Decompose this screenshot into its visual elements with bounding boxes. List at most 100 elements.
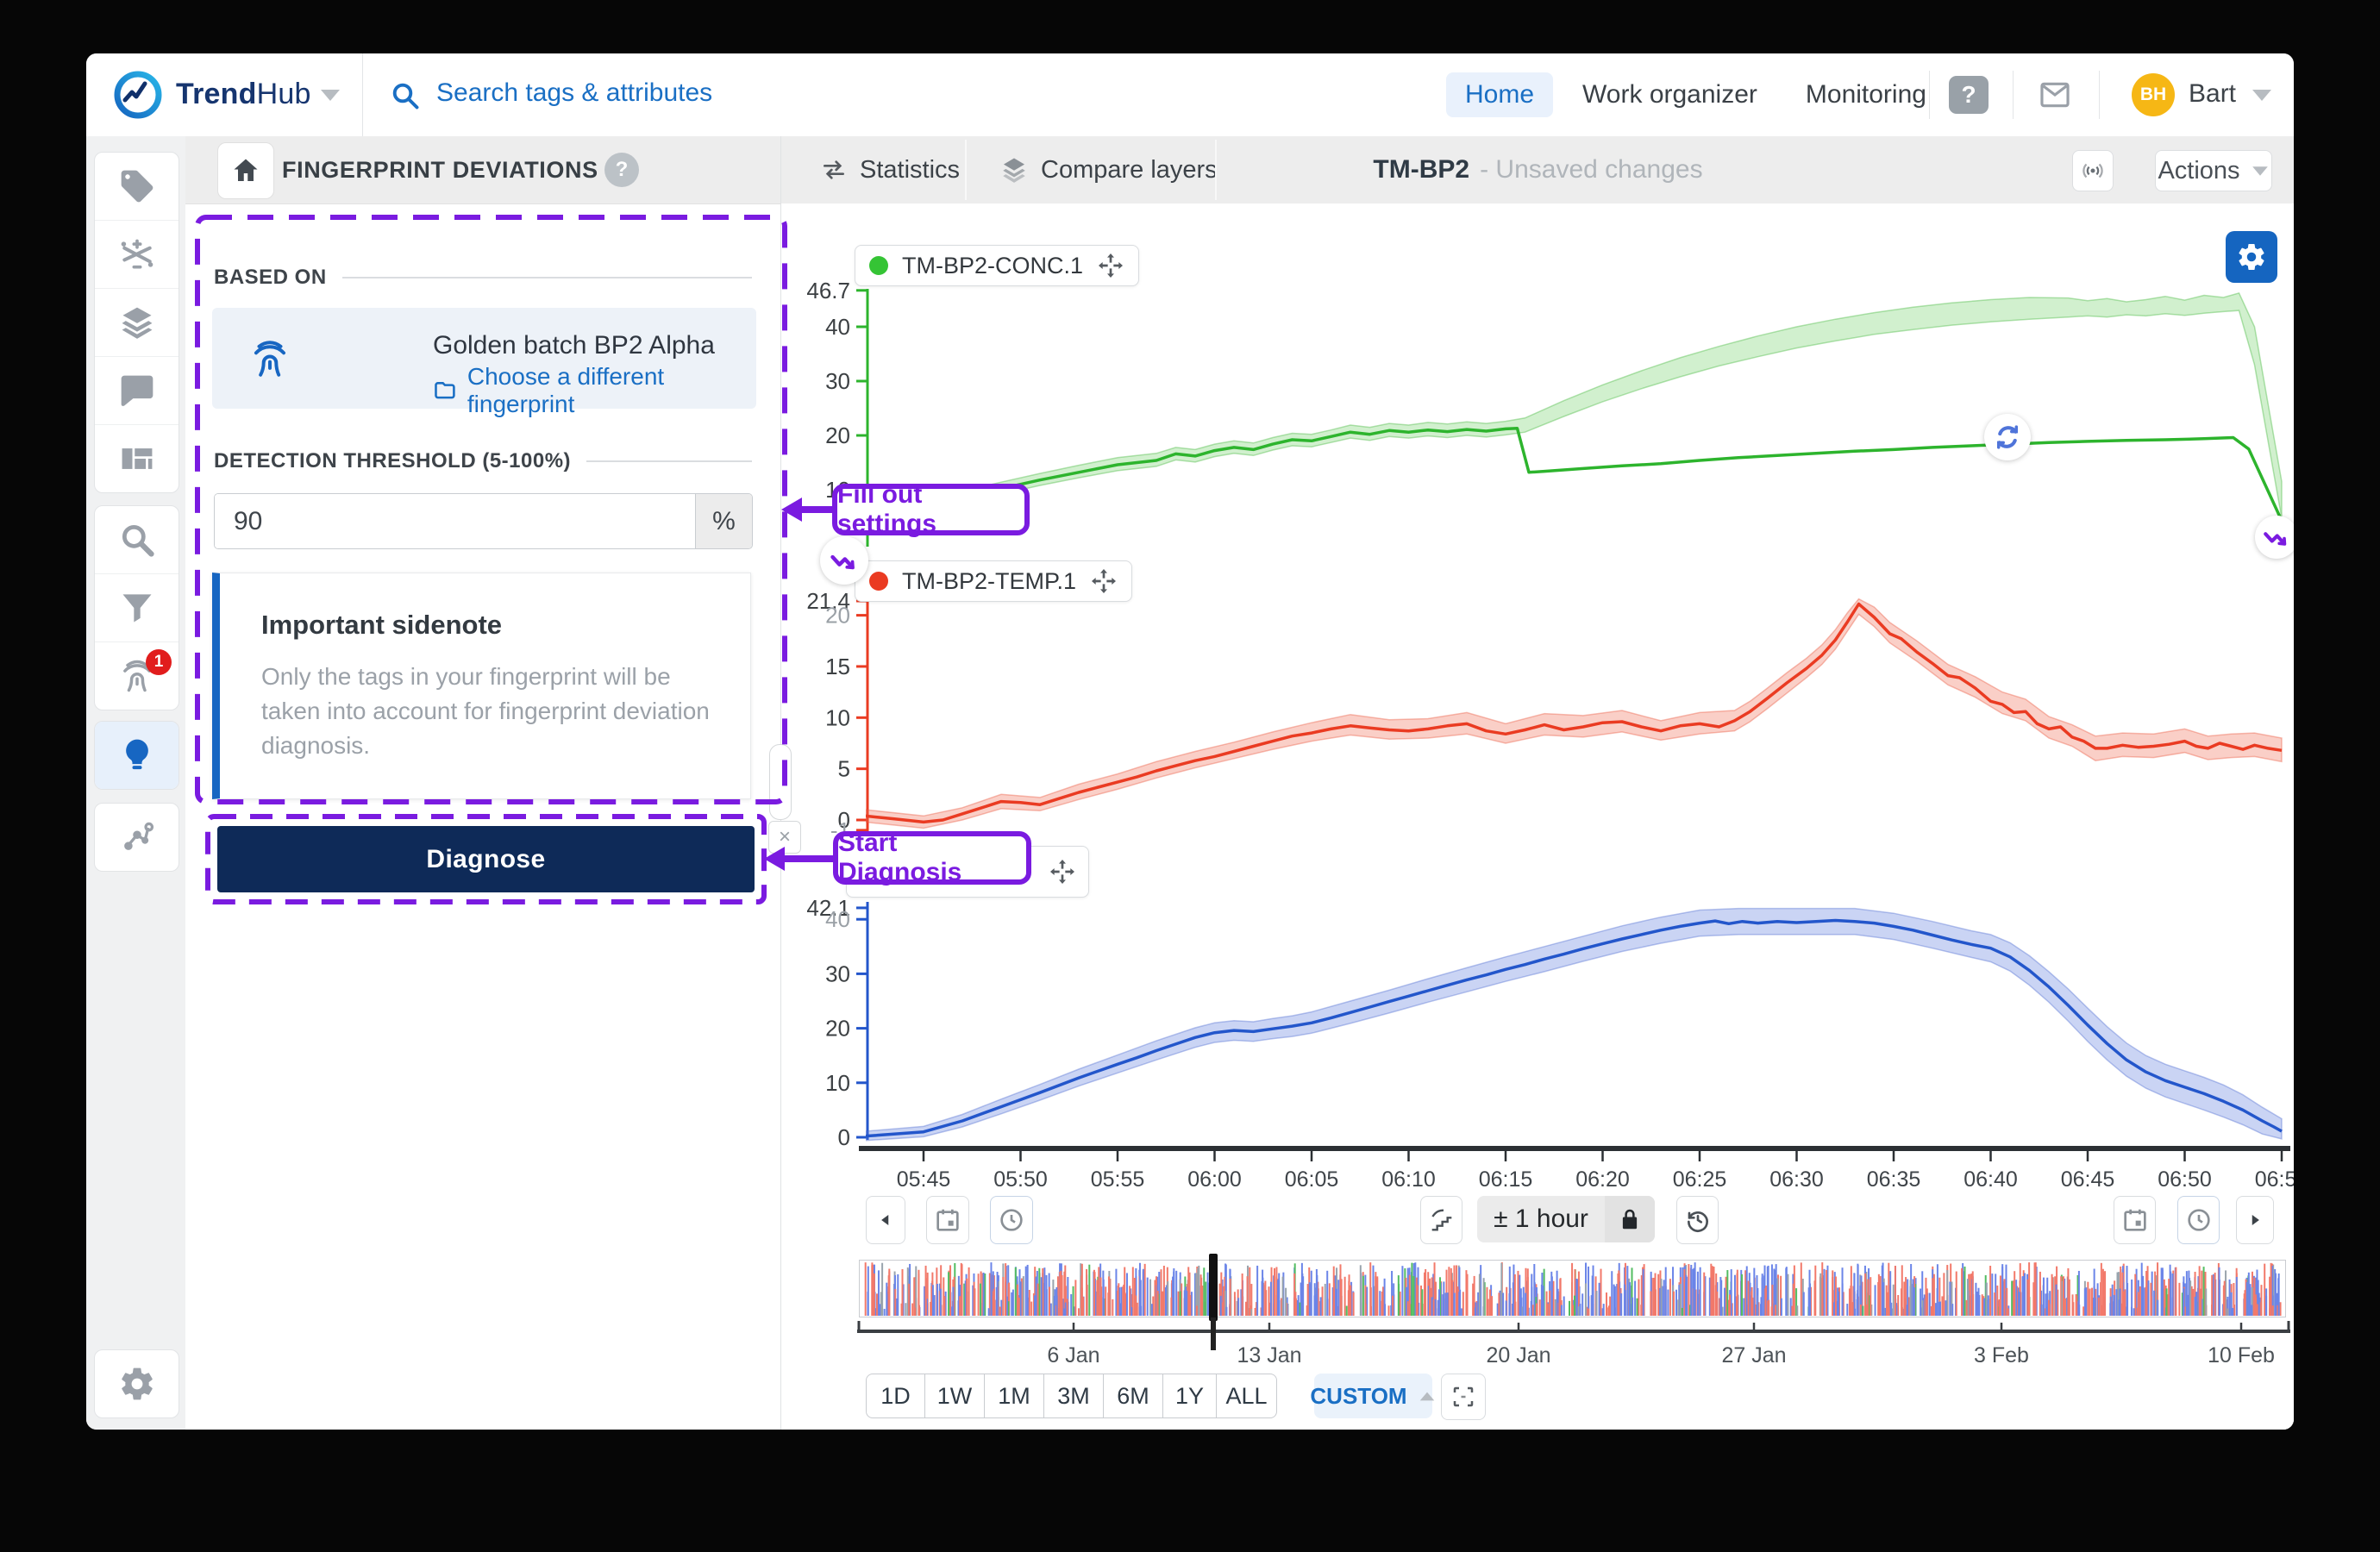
sidebar-item-comments[interactable] bbox=[95, 356, 178, 424]
range-button-3m[interactable]: 3M bbox=[1044, 1374, 1104, 1418]
rail-group-bottom bbox=[94, 1349, 179, 1418]
sidebar-item-fingerprint[interactable]: 1 bbox=[95, 641, 178, 710]
sidebar-item-settings[interactable] bbox=[95, 1350, 178, 1417]
range-button-1y[interactable]: 1Y bbox=[1163, 1374, 1217, 1418]
actions-caret-icon bbox=[2252, 166, 2268, 176]
statistics-button[interactable]: Statistics bbox=[820, 136, 960, 203]
sidebar-item-calculations[interactable] bbox=[95, 220, 178, 288]
range-button-1d[interactable]: 1D bbox=[866, 1374, 925, 1418]
timeline-label: 27 Jan bbox=[1721, 1343, 1786, 1367]
brand-name: TrendHub bbox=[176, 78, 311, 111]
y-tick-label: 40 bbox=[825, 314, 850, 340]
sidebar-item-layers[interactable] bbox=[95, 288, 178, 356]
tag-icon bbox=[121, 170, 153, 203]
history-button[interactable] bbox=[1676, 1196, 1719, 1244]
filter-icon bbox=[122, 594, 151, 623]
diagnose-button[interactable]: Diagnose bbox=[217, 826, 755, 892]
sidebar-item-search[interactable] bbox=[95, 506, 178, 573]
annotation-settings-label: Fill out settings bbox=[837, 480, 937, 538]
move-icon[interactable] bbox=[1090, 567, 1118, 595]
panel-resize-handle[interactable] bbox=[769, 744, 792, 820]
broadcast-icon bbox=[2082, 163, 2103, 178]
history-icon bbox=[1687, 1211, 1708, 1232]
calendar-start-button[interactable] bbox=[926, 1196, 969, 1244]
duration-control[interactable]: ± 1 hour bbox=[1477, 1196, 1655, 1242]
brand-caret-icon[interactable] bbox=[321, 90, 340, 101]
close-icon[interactable]: × bbox=[768, 821, 801, 854]
sidebar-item-tag[interactable] bbox=[95, 153, 178, 220]
range-button-1m[interactable]: 1M bbox=[985, 1374, 1044, 1418]
trend-plot[interactable]: 46.74030201021.420151050-142.14030201000… bbox=[781, 203, 2294, 1204]
context-marker-handle[interactable] bbox=[1211, 1317, 1216, 1350]
lock-icon[interactable] bbox=[1605, 1196, 1655, 1242]
mail-icon[interactable] bbox=[2037, 78, 2073, 116]
range-button-1w[interactable]: 1W bbox=[925, 1374, 985, 1418]
avatar[interactable]: BH bbox=[2132, 73, 2175, 116]
trend-mode-button[interactable] bbox=[1420, 1196, 1462, 1244]
sidebar-item-recommendations[interactable] bbox=[95, 722, 178, 789]
legend-conc[interactable]: TM-BP2-CONC.1 bbox=[855, 245, 1140, 286]
user-menu[interactable]: Bart bbox=[2189, 79, 2236, 109]
range-button-all[interactable]: ALL bbox=[1217, 1374, 1277, 1418]
deviation-zigzag-icon-right[interactable] bbox=[2255, 516, 2294, 559]
topbar-divider bbox=[2013, 71, 2014, 119]
time-start-button[interactable] bbox=[990, 1196, 1033, 1244]
move-icon[interactable] bbox=[1049, 858, 1076, 886]
actions-button[interactable]: Actions bbox=[2155, 150, 2272, 191]
chart-settings-button[interactable] bbox=[2226, 231, 2277, 283]
chart-canvas: 46.74030201021.420151050-142.14030201000… bbox=[781, 203, 2294, 1430]
refresh-icon[interactable] bbox=[1984, 414, 2031, 460]
panel-help-icon[interactable]: ? bbox=[604, 153, 639, 187]
move-icon[interactable] bbox=[1097, 252, 1124, 279]
step-forward-button[interactable] bbox=[2236, 1196, 2274, 1244]
top-bar: TrendHub HomeWork organizerMonitoring ? … bbox=[86, 53, 2294, 137]
custom-range-button[interactable]: CUSTOM bbox=[1310, 1374, 1434, 1418]
fit-range-button[interactable] bbox=[1441, 1374, 1486, 1420]
trend-steps-icon bbox=[1431, 1209, 1451, 1231]
statistics-label: Statistics bbox=[860, 155, 961, 184]
user-caret-icon[interactable] bbox=[2252, 90, 2271, 101]
choose-fingerprint-link[interactable]: Choose a different fingerprint bbox=[433, 363, 756, 418]
search-input[interactable] bbox=[435, 78, 1197, 109]
unsaved-badge: - Unsaved changes bbox=[1480, 155, 1703, 184]
legend-dot-red bbox=[869, 572, 888, 591]
home-icon[interactable] bbox=[217, 142, 274, 199]
brand-bold: Trend bbox=[176, 78, 257, 110]
threshold-input[interactable] bbox=[215, 494, 695, 548]
legend-temp[interactable]: TM-BP2-TEMP.1 bbox=[855, 560, 1133, 602]
app-window: TrendHub HomeWork organizerMonitoring ? … bbox=[86, 53, 2294, 1430]
recommendations-icon bbox=[125, 739, 148, 770]
help-icon[interactable]: ? bbox=[1949, 76, 1989, 114]
y-tick-label: 0 bbox=[838, 1124, 850, 1150]
sidebar-item-filter[interactable] bbox=[95, 573, 178, 641]
clock-icon bbox=[1000, 1209, 1023, 1231]
icon-rail: 1 bbox=[86, 136, 186, 1430]
brand-logo-icon[interactable] bbox=[112, 69, 164, 121]
live-broadcast-button[interactable] bbox=[2072, 150, 2114, 191]
timeline-label: 3 Feb bbox=[1974, 1343, 2029, 1367]
rail-group: 1 bbox=[94, 505, 179, 710]
range-button-6m[interactable]: 6M bbox=[1104, 1374, 1163, 1418]
tab-work-organizer[interactable]: Work organizer bbox=[1563, 72, 1776, 117]
compare-layers-button[interactable]: Compare layers bbox=[999, 136, 1218, 203]
tab-home[interactable]: Home bbox=[1446, 72, 1554, 117]
threshold-unit: % bbox=[695, 494, 752, 548]
section-divider bbox=[586, 460, 752, 462]
rail-group bbox=[94, 721, 179, 790]
based-on-label: BASED ON bbox=[214, 266, 327, 289]
sidebar-item-dashboard[interactable] bbox=[95, 424, 178, 492]
sidebar-item-context-graph[interactable] bbox=[95, 804, 178, 871]
context-position-marker[interactable] bbox=[1209, 1254, 1218, 1321]
tab-monitoring[interactable]: Monitoring bbox=[1787, 72, 1945, 117]
chart-toolbar: Statistics Compare layers TM-BP2 - Unsav… bbox=[781, 136, 2294, 204]
x-tick-label: 06:20 bbox=[1575, 1167, 1630, 1192]
calendar-end-button[interactable] bbox=[2114, 1196, 2156, 1244]
deviation-zigzag-icon-left[interactable] bbox=[820, 536, 868, 585]
time-end-button[interactable] bbox=[2177, 1196, 2220, 1244]
dashboard-icon bbox=[122, 448, 152, 469]
legend-label-temp: TM-BP2-TEMP.1 bbox=[902, 567, 1077, 594]
context-overview-strip[interactable] bbox=[859, 1260, 2286, 1317]
play-forward-icon bbox=[2252, 1215, 2259, 1225]
step-back-button[interactable] bbox=[866, 1196, 905, 1244]
refresh-arrows-icon bbox=[1996, 425, 2019, 449]
